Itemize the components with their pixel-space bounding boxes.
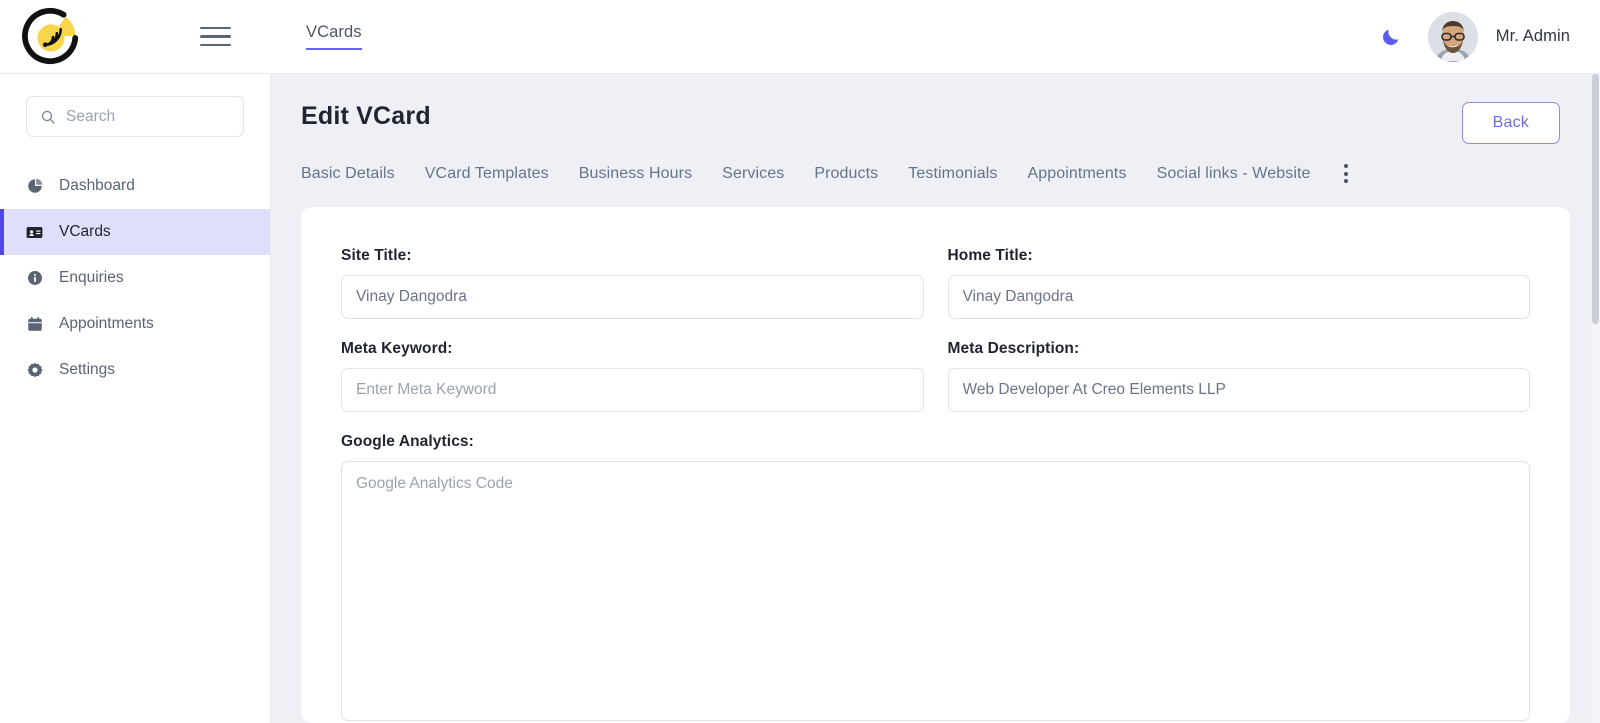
user-name: Mr. Admin (1495, 27, 1570, 45)
google-analytics-label: Google Analytics: (341, 433, 474, 450)
tab-products[interactable]: Products (799, 165, 893, 193)
hamburger-bar (200, 26, 231, 30)
search-icon (41, 110, 55, 124)
topbar-right: Mr. Admin (1380, 11, 1600, 62)
vertical-dots-icon[interactable] (1343, 164, 1348, 193)
sidebar-item-label: Settings (59, 361, 116, 378)
sidebar-item-label: Appointments (59, 315, 154, 332)
field-meta-description: Meta Description: (947, 340, 1530, 412)
user-menu[interactable]: Mr. Admin (1427, 11, 1570, 62)
calendar-icon (25, 315, 44, 334)
search-input[interactable]: Search (26, 96, 244, 137)
home-title-label: Home Title: (947, 247, 1033, 264)
meta-keyword-input[interactable] (341, 368, 924, 412)
hamburger-bar (200, 35, 231, 38)
field-site-title: Site Title: (341, 247, 924, 319)
field-meta-keyword: Meta Keyword: (341, 340, 924, 412)
sidebar-item-label: VCards (59, 223, 111, 240)
dot (1343, 179, 1348, 183)
sidebar-item-enquiries[interactable]: Enquiries (0, 255, 270, 301)
tab-basic-details[interactable]: Basic Details (301, 165, 410, 193)
page-scrollbar[interactable] (1591, 74, 1600, 723)
meta-description-label: Meta Description: (947, 340, 1080, 357)
sidebar-item-appointments[interactable]: Appointments (0, 301, 270, 347)
site-title-label: Site Title: (341, 247, 412, 264)
logo-container[interactable] (0, 0, 104, 73)
form-grid: Site Title: Home Title: Meta Keyword: Me… (341, 247, 1530, 723)
tab-appointments[interactable]: Appointments (1013, 165, 1142, 193)
google-analytics-textarea[interactable] (341, 461, 1530, 721)
tab-testimonials[interactable]: Testimonials (893, 165, 1012, 193)
dot (1343, 171, 1348, 176)
sidebar-item-vcards[interactable]: VCards (0, 209, 270, 255)
body-row: Search Dashboard VCards Enquiries Appoin… (0, 74, 1600, 723)
sidebar-item-settings[interactable]: Settings (0, 347, 270, 393)
meta-keyword-label: Meta Keyword: (341, 340, 453, 357)
tab-social-links-website[interactable]: Social links - Website (1142, 165, 1326, 193)
tab-bar: Basic Details VCard Templates Business H… (271, 144, 1600, 193)
sidebar-item-label: Enquiries (59, 269, 124, 286)
gear-icon (25, 361, 44, 380)
info-circle-icon (25, 269, 44, 288)
sidebar-item-label: Dashboard (59, 177, 135, 194)
moon-icon[interactable] (1380, 26, 1402, 48)
hamburger-icon[interactable] (200, 22, 236, 52)
dot (1343, 164, 1348, 168)
home-title-input[interactable] (947, 275, 1530, 319)
sidebar-item-dashboard[interactable]: Dashboard (0, 163, 270, 209)
hamburger-bar (200, 43, 231, 47)
main-content: Edit VCard Back Basic Details VCard Temp… (271, 74, 1600, 723)
field-google-analytics: Google Analytics: (341, 433, 1530, 723)
page-title: Edit VCard (301, 102, 431, 130)
moon-glyph (1382, 29, 1399, 45)
app-root: VCards Mr. Admin Search Dashboard VCards… (0, 0, 1600, 723)
pie-chart-icon (25, 177, 44, 196)
main-header: Edit VCard Back (271, 74, 1600, 144)
field-home-title: Home Title: (947, 247, 1530, 319)
sidebar: Search Dashboard VCards Enquiries Appoin… (0, 74, 271, 723)
tab-business-hours[interactable]: Business Hours (564, 165, 707, 193)
site-title-input[interactable] (341, 275, 924, 319)
form-card: Site Title: Home Title: Meta Keyword: Me… (301, 207, 1570, 723)
search-placeholder: Search (66, 107, 116, 125)
meta-description-input[interactable] (947, 368, 1530, 412)
avatar-illustration (1427, 11, 1478, 62)
avatar (1427, 11, 1478, 62)
breadcrumb: VCards (306, 0, 362, 73)
breadcrumb-vcards[interactable]: VCards (306, 23, 362, 50)
tab-vcard-templates[interactable]: VCard Templates (410, 165, 564, 193)
back-button[interactable]: Back (1461, 102, 1560, 144)
top-bar: VCards Mr. Admin (0, 0, 1600, 74)
vcard-logo (22, 7, 79, 64)
tab-services[interactable]: Services (707, 165, 799, 193)
id-card-icon (25, 223, 44, 242)
scrollbar-thumb[interactable] (1592, 74, 1599, 324)
